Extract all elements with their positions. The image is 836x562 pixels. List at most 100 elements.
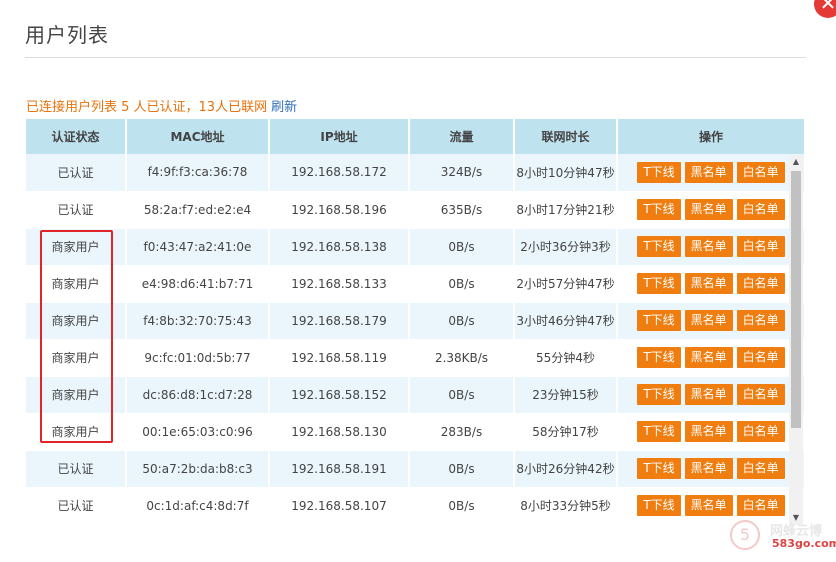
actions-cell: T下线 黑名单 白名单 — [617, 376, 804, 414]
kick-offline-button[interactable]: T下线 — [637, 347, 681, 368]
user-list-dialog: 用户列表 ✕ 已连接用户列表 5 人已认证，13人已联网 刷新 认证状态 MAC地… — [0, 0, 836, 562]
header-actions: 操作 — [617, 119, 804, 154]
duration-cell: 8小时17分钟21秒 — [514, 191, 618, 229]
flow-cell: 0B/s — [409, 302, 515, 340]
whitelist-button[interactable]: 白名单 — [736, 236, 785, 257]
kick-offline-button[interactable]: T下线 — [637, 161, 681, 183]
status-cell: 商家用户 — [26, 228, 127, 266]
flow-cell: 2.38KB/s — [409, 339, 515, 377]
kick-offline-button[interactable]: T下线 — [637, 384, 681, 405]
close-icon[interactable]: ✕ — [814, 0, 836, 18]
blacklist-button[interactable]: 黑名单 — [684, 236, 733, 257]
whitelist-button[interactable]: 白名单 — [736, 495, 785, 516]
ip-cell: 192.168.58.152 — [269, 376, 410, 414]
mac-cell: e4:98:d6:41:b7:71 — [126, 265, 270, 303]
ip-cell: 192.168.58.138 — [269, 228, 410, 266]
header-ip: IP地址 — [269, 119, 410, 154]
kick-offline-button[interactable]: T下线 — [637, 199, 681, 220]
header-status: 认证状态 — [26, 119, 127, 154]
whitelist-button[interactable]: 白名单 — [736, 347, 785, 368]
user-table: 认证状态 MAC地址 IP地址 流量 联网时长 操作 已认证 f4:9f:f3:c… — [26, 119, 804, 525]
refresh-link[interactable]: 刷新 — [271, 100, 297, 115]
site-watermark: 5 网蜂云博 583go.com — [728, 516, 836, 556]
table-row: 已认证 58:2a:f7:ed:e2:e4 192.168.58.196 635B/s… — [26, 191, 804, 229]
flow-cell: 635B/s — [409, 191, 515, 229]
duration-cell: 23分钟15秒 — [514, 376, 618, 414]
ip-cell: 192.168.58.196 — [269, 191, 410, 229]
table-row: 商家用户 e4:98:d6:41:b7:71 192.168.58.133 0B/s 2… — [26, 265, 804, 303]
mac-cell: f4:9f:f3:ca:36:78 — [126, 154, 270, 192]
status-cell: 商家用户 — [26, 339, 127, 377]
whitelist-button[interactable]: 白名单 — [736, 458, 785, 479]
ip-cell: 192.168.58.172 — [269, 154, 410, 192]
blacklist-button[interactable]: 黑名单 — [684, 310, 733, 331]
table-row: 商家用户 f0:43:47:a2:41:0e 192.168.58.138 0B/s 2… — [26, 228, 804, 266]
kick-offline-button[interactable]: T下线 — [637, 495, 681, 516]
table-row: 已认证 0c:1d:af:c4:8d:7f 192.168.58.107 0B/s 8小… — [26, 487, 804, 525]
scroll-up-arrow-icon[interactable]: ▲ — [789, 155, 803, 169]
duration-cell: 55分钟4秒 — [514, 339, 618, 377]
header-duration: 联网时长 — [514, 119, 618, 154]
duration-cell: 8小时33分钟5秒 — [514, 487, 618, 525]
whitelist-button[interactable]: 白名单 — [736, 273, 785, 294]
watermark-url: 583go.com — [772, 537, 836, 550]
blacklist-button[interactable]: 黑名单 — [684, 273, 733, 294]
blacklist-button[interactable]: 黑名单 — [684, 495, 733, 516]
status-cell: 商家用户 — [26, 413, 127, 451]
actions-cell: T下线 黑名单 白名单 — [617, 154, 804, 192]
status-cell: 已认证 — [26, 450, 127, 488]
mac-cell: 58:2a:f7:ed:e2:e4 — [126, 191, 270, 229]
ip-cell: 192.168.58.133 — [269, 265, 410, 303]
status-cell: 已认证 — [26, 487, 127, 525]
whitelist-button[interactable]: 白名单 — [736, 199, 785, 220]
kick-offline-button[interactable]: T下线 — [637, 273, 681, 294]
mac-cell: f4:8b:32:70:75:43 — [126, 302, 270, 340]
flow-cell: 0B/s — [409, 228, 515, 266]
table-row: 商家用户 00:1e:65:03:c0:96 192.168.58.130 283B/… — [26, 413, 804, 451]
whitelist-button[interactable]: 白名单 — [736, 161, 785, 183]
status-cell: 商家用户 — [26, 302, 127, 340]
header-mac: MAC地址 — [126, 119, 270, 154]
mac-cell: f0:43:47:a2:41:0e — [126, 228, 270, 266]
blacklist-button[interactable]: 黑名单 — [684, 384, 733, 405]
mac-cell: 00:1e:65:03:c0:96 — [126, 413, 270, 451]
mac-cell: 9c:fc:01:0d:5b:77 — [126, 339, 270, 377]
header-flow: 流量 — [409, 119, 515, 154]
table-row: 商家用户 9c:fc:01:0d:5b:77 192.168.58.119 2.38K… — [26, 339, 804, 377]
ip-cell: 192.168.58.191 — [269, 450, 410, 488]
scroll-thumb[interactable] — [791, 171, 801, 428]
blacklist-button[interactable]: 黑名单 — [684, 421, 733, 442]
table-scrollbar[interactable]: ▲ ▼ — [789, 155, 803, 525]
table-row: 商家用户 f4:8b:32:70:75:43 192.168.58.179 0B/s 3… — [26, 302, 804, 340]
duration-cell: 8小时26分钟42秒 — [514, 450, 618, 488]
table-row: 已认证 f4:9f:f3:ca:36:78 192.168.58.172 324B/s… — [26, 154, 804, 192]
watermark-logo-icon: 5 — [730, 520, 760, 550]
whitelist-button[interactable]: 白名单 — [736, 310, 785, 331]
duration-cell: 2小时57分钟47秒 — [514, 265, 618, 303]
user-table-container: 认证状态 MAC地址 IP地址 流量 联网时长 操作 已认证 f4:9f:f3:c… — [26, 119, 804, 525]
whitelist-button[interactable]: 白名单 — [736, 421, 785, 442]
duration-cell: 3小时46分钟47秒 — [514, 302, 618, 340]
ip-cell: 192.168.58.107 — [269, 487, 410, 525]
status-cell: 商家用户 — [26, 376, 127, 414]
kick-offline-button[interactable]: T下线 — [637, 310, 681, 331]
flow-cell: 0B/s — [409, 487, 515, 525]
actions-cell: T下线 黑名单 白名单 — [617, 265, 804, 303]
blacklist-button[interactable]: 黑名单 — [684, 161, 733, 183]
flow-cell: 0B/s — [409, 265, 515, 303]
table-header-row: 认证状态 MAC地址 IP地址 流量 联网时长 操作 — [26, 119, 804, 154]
blacklist-button[interactable]: 黑名单 — [684, 199, 733, 220]
blacklist-button[interactable]: 黑名单 — [684, 347, 733, 368]
connection-summary: 已连接用户列表 5 人已认证，13人已联网 刷新 — [26, 96, 297, 115]
blacklist-button[interactable]: 黑名单 — [684, 458, 733, 479]
kick-offline-button[interactable]: T下线 — [637, 236, 681, 257]
mac-cell: 50:a7:2b:da:b8:c3 — [126, 450, 270, 488]
duration-cell: 58分钟17秒 — [514, 413, 618, 451]
whitelist-button[interactable]: 白名单 — [736, 384, 785, 405]
flow-cell: 0B/s — [409, 376, 515, 414]
flow-cell: 0B/s — [409, 450, 515, 488]
kick-offline-button[interactable]: T下线 — [637, 421, 681, 442]
kick-offline-button[interactable]: T下线 — [637, 458, 681, 479]
flow-cell: 324B/s — [409, 154, 515, 192]
actions-cell: T下线 黑名单 白名单 — [617, 450, 804, 488]
